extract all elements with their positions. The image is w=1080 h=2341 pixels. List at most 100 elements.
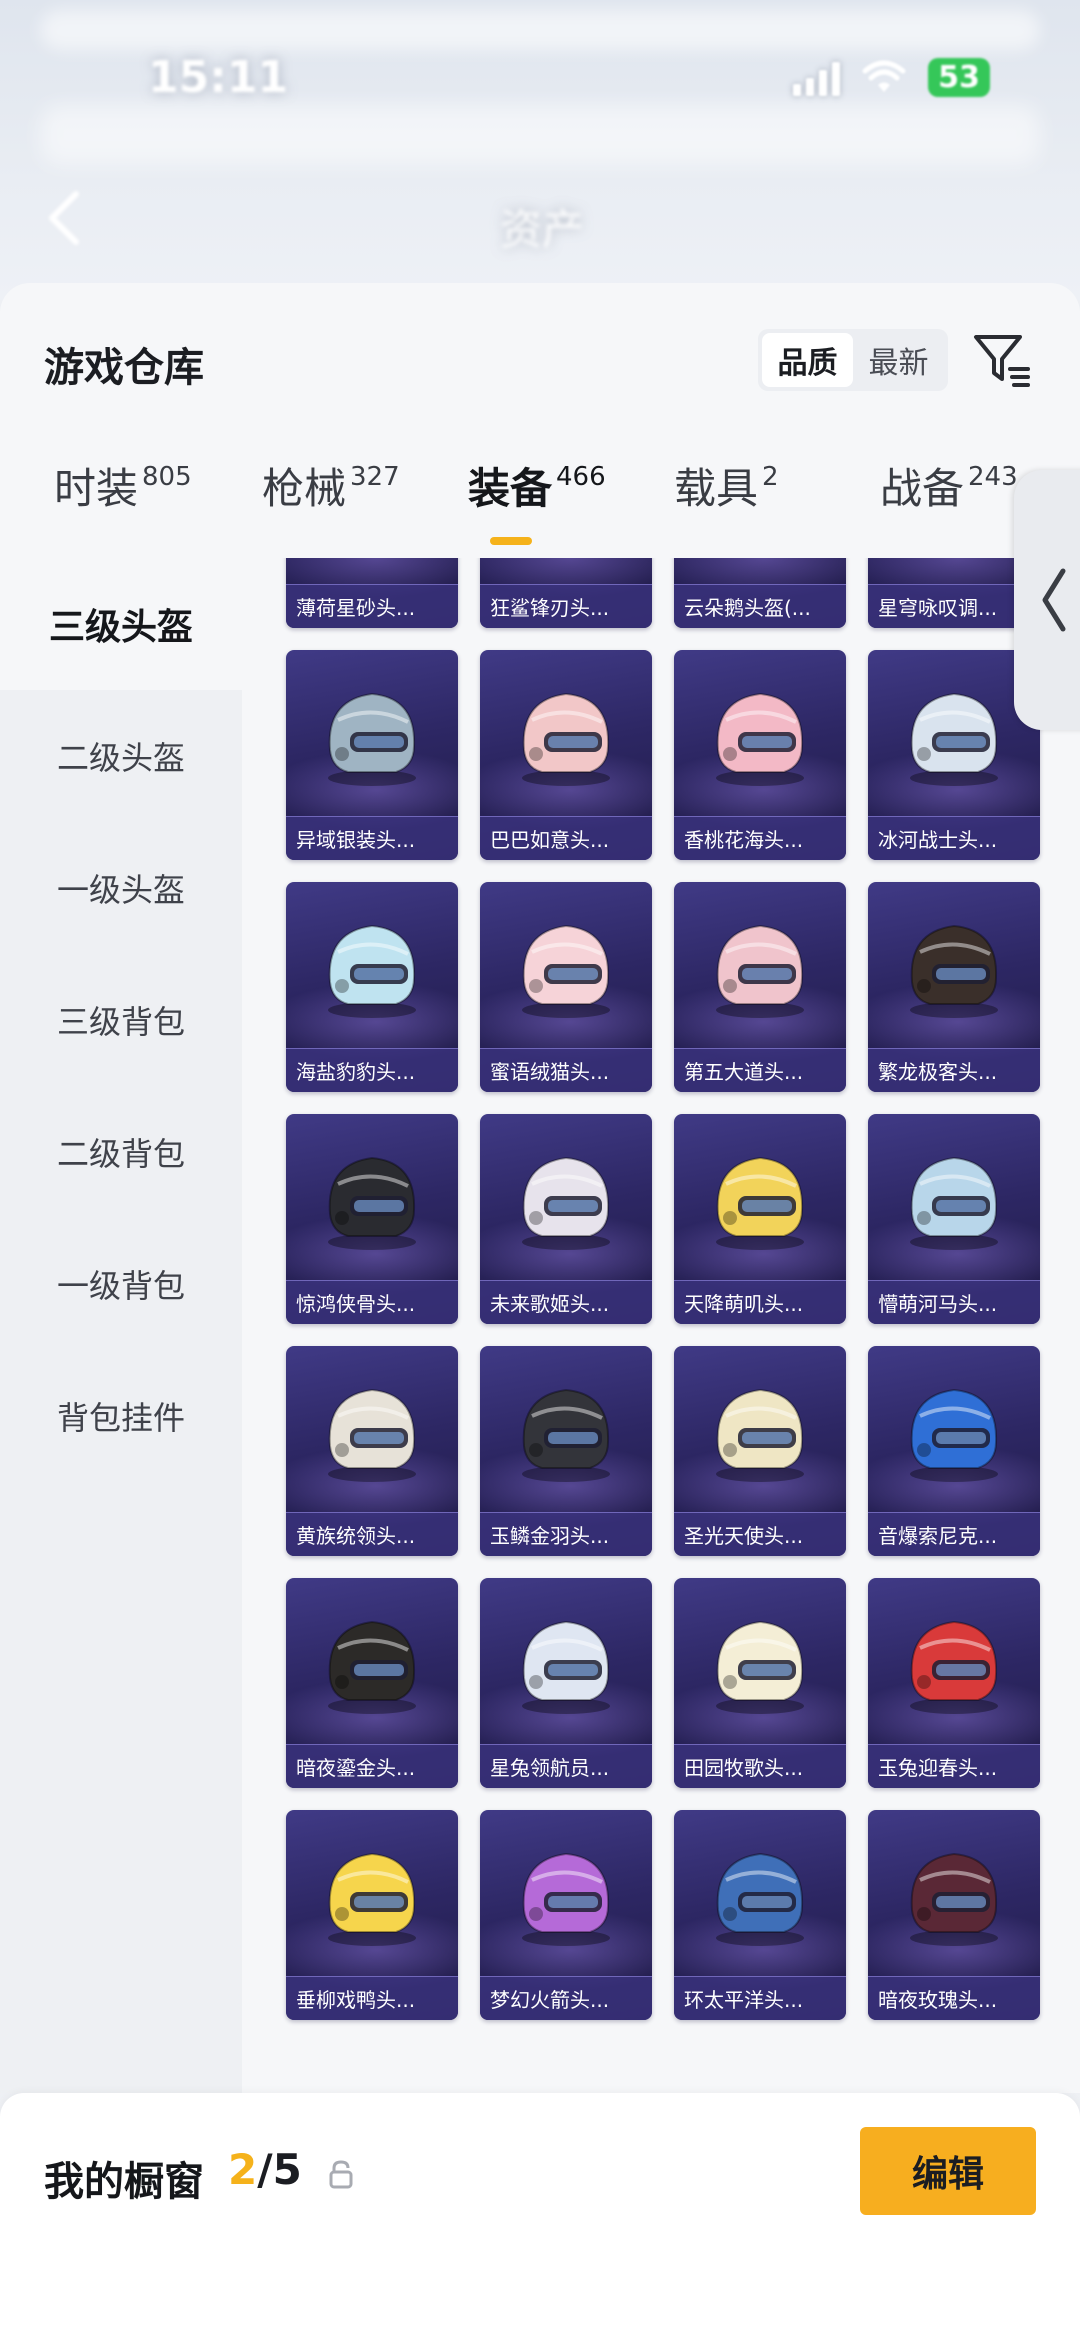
helmet-icon (716, 924, 804, 1018)
item-grid-viewport: 薄荷星砂头... 狂鲨锋刃头... 云朵鹅头盔(... 星穹咏叹调... 异域银装头..… (242, 558, 1080, 2093)
helmet-icon (910, 924, 998, 1018)
helmet-item-card[interactable]: 懵萌河马头... (868, 1114, 1040, 1324)
helmet-icon (716, 1156, 804, 1250)
helmet-item-card[interactable]: 梦幻火箭头... (480, 1810, 652, 2020)
helmet-item-card[interactable]: 香桃花海头... (674, 650, 846, 860)
tab-supplies[interactable]: 战备 243 (880, 459, 1018, 519)
helmet-item-name: 香桃花海头... (674, 816, 846, 860)
helmet-item-card[interactable]: 第五大道头... (674, 882, 846, 1092)
helmet-item-card[interactable]: 薄荷星砂头... (286, 558, 458, 628)
helmet-icon (716, 1388, 804, 1482)
wifi-icon (862, 60, 906, 92)
helmet-item-name: 玉兔迎春头... (868, 1744, 1040, 1788)
tab-count: 2 (762, 462, 779, 492)
warehouse-title: 游戏仓库 (44, 345, 204, 391)
helmet-item-name: 异域银装头... (286, 816, 458, 860)
sub-category-list: 三级头盔 二级头盔 一级头盔 三级背包 二级背包 一级背包 背包挂件 (0, 558, 242, 2093)
tab-count: 243 (968, 462, 1018, 492)
helmet-item-card[interactable]: 蜜语绒猫头... (480, 882, 652, 1092)
helmet-item-card[interactable]: 海盐豹豹头... (286, 882, 458, 1092)
helmet-item-card[interactable]: 异域银装头... (286, 650, 458, 860)
tab-fashion[interactable]: 时装 805 (54, 459, 192, 519)
helmet-item-card[interactable]: 黄族统领头... (286, 1346, 458, 1556)
helmet-icon (328, 1156, 416, 1250)
edit-button[interactable]: 编辑 (860, 2127, 1036, 2215)
helmet-item-card[interactable]: 环太平洋头... (674, 1810, 846, 2020)
tab-label: 载具 (674, 464, 759, 513)
helmet-icon (910, 1388, 998, 1482)
tab-count: 805 (142, 462, 192, 492)
tab-label: 枪械 (262, 464, 347, 513)
sub-category-level2-backpack[interactable]: 二级背包 (0, 1086, 242, 1218)
tab-label: 战备 (880, 464, 965, 513)
battery-indicator: 53 (928, 58, 990, 97)
helmet-icon (522, 1852, 610, 1946)
helmet-item-name: 繁龙极客头... (868, 1048, 1040, 1092)
tab-equipment[interactable]: 装备 466 (468, 459, 606, 519)
sort-option-newest[interactable]: 最新 (853, 333, 944, 387)
category-tabs: 时装 805 枪械 327 装备 466 载具 2 战备 243 (0, 459, 1080, 559)
sub-category-level1-backpack[interactable]: 一级背包 (0, 1218, 242, 1350)
signal-icon (793, 60, 840, 96)
helmet-icon (522, 1156, 610, 1250)
helmet-icon (522, 1620, 610, 1714)
helmet-item-name: 环太平洋头... (674, 1976, 846, 2020)
chevron-left-icon (1042, 568, 1066, 632)
helmet-item-name: 梦幻火箭头... (480, 1976, 652, 2020)
helmet-item-card[interactable]: 天降萌叽头... (674, 1114, 846, 1324)
helmet-icon (910, 1852, 998, 1946)
helmet-item-card[interactable]: 音爆索尼克... (868, 1346, 1040, 1556)
helmet-icon (910, 692, 998, 786)
helmet-icon (522, 692, 610, 786)
side-panel-handle[interactable] (1014, 470, 1080, 730)
sub-category-backpack-pendant[interactable]: 背包挂件 (0, 1350, 242, 1482)
helmet-item-name: 第五大道头... (674, 1048, 846, 1092)
helmet-item-name: 懵萌河马头... (868, 1280, 1040, 1324)
helmet-item-name: 垂柳戏鸭头... (286, 1976, 458, 2020)
helmet-item-name: 惊鸿侠骨头... (286, 1280, 458, 1324)
helmet-item-name: 圣光天使头... (674, 1512, 846, 1556)
filter-icon[interactable] (972, 329, 1032, 389)
helmet-item-name: 薄荷星砂头... (286, 584, 458, 628)
sub-category-level3-backpack[interactable]: 三级背包 (0, 954, 242, 1086)
sub-category-level1-helmet[interactable]: 一级头盔 (0, 822, 242, 954)
sub-category-level3-helmet[interactable]: 三级头盔 (0, 558, 242, 690)
tab-label: 装备 (468, 464, 553, 513)
back-arrow-icon[interactable] (44, 190, 84, 246)
tab-vehicles[interactable]: 载具 2 (674, 459, 779, 519)
helmet-item-card[interactable]: 狂鲨锋刃头... (480, 558, 652, 628)
blurred-strip (40, 105, 1040, 165)
helmet-icon (716, 1852, 804, 1946)
helmet-icon (910, 1156, 998, 1250)
helmet-item-name: 天降萌叽头... (674, 1280, 846, 1324)
helmet-icon (328, 1620, 416, 1714)
helmet-item-card[interactable]: 星兔领航员... (480, 1578, 652, 1788)
helmet-item-card[interactable]: 暗夜玫瑰头... (868, 1810, 1040, 2020)
helmet-item-card[interactable]: 繁龙极客头... (868, 882, 1040, 1092)
helmet-item-name: 黄族统领头... (286, 1512, 458, 1556)
helmet-icon (522, 924, 610, 1018)
status-icons: 53 (793, 58, 990, 97)
helmet-item-name: 星兔领航员... (480, 1744, 652, 1788)
helmet-item-card[interactable]: 暗夜鎏金头... (286, 1578, 458, 1788)
sort-toggle[interactable]: 品质 最新 (758, 329, 948, 391)
helmet-icon (910, 1620, 998, 1714)
helmet-icon (328, 924, 416, 1018)
helmet-item-name: 暗夜鎏金头... (286, 1744, 458, 1788)
helmet-item-card[interactable]: 惊鸿侠骨头... (286, 1114, 458, 1324)
helmet-item-card[interactable]: 巴巴如意头... (480, 650, 652, 860)
sub-category-level2-helmet[interactable]: 二级头盔 (0, 690, 242, 822)
helmet-icon (716, 692, 804, 786)
sort-option-quality[interactable]: 品质 (762, 333, 853, 387)
top-header-area: 15:11 53 资产 (0, 0, 1080, 300)
helmet-item-card[interactable]: 未来歌姬头... (480, 1114, 652, 1324)
helmet-item-card[interactable]: 玉兔迎春头... (868, 1578, 1040, 1788)
tab-guns[interactable]: 枪械 327 (262, 459, 400, 519)
helmet-item-card[interactable]: 垂柳戏鸭头... (286, 1810, 458, 2020)
helmet-item-card[interactable]: 玉鳞金羽头... (480, 1346, 652, 1556)
helmet-item-card[interactable]: 圣光天使头... (674, 1346, 846, 1556)
helmet-item-name: 云朵鹅头盔(... (674, 584, 846, 628)
helmet-item-name: 暗夜玫瑰头... (868, 1976, 1040, 2020)
helmet-item-card[interactable]: 云朵鹅头盔(... (674, 558, 846, 628)
helmet-item-card[interactable]: 田园牧歌头... (674, 1578, 846, 1788)
